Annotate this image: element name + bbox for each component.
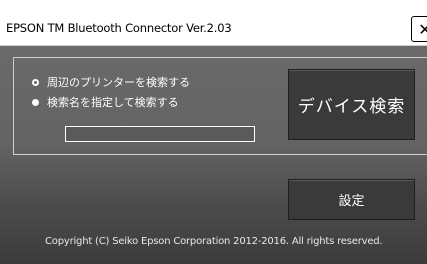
title-bar: EPSON TM Bluetooth Connector Ver.2.03 ✕ [0, 0, 427, 46]
client-area: 周辺のプリンターを検索する 検索名を指定して検索する デバイス検索 設定 Cop… [0, 46, 427, 264]
copyright-text: Copyright (C) Seiko Epson Corporation 20… [45, 236, 383, 247]
close-button[interactable]: ✕ [411, 16, 427, 42]
radio-search-by-name[interactable]: 検索名を指定して検索する [32, 94, 179, 110]
radio-search-nearby[interactable]: 周辺のプリンターを検索する [32, 74, 190, 90]
window-title: EPSON TM Bluetooth Connector Ver.2.03 [6, 21, 232, 35]
device-search-button[interactable]: デバイス検索 [288, 69, 415, 140]
radio-unchecked-icon[interactable] [32, 78, 39, 86]
radio-checked-icon[interactable] [32, 98, 39, 106]
radio-label-nearby: 周辺のプリンターを検索する [47, 76, 190, 89]
settings-button[interactable]: 設定 [288, 179, 415, 220]
radio-label-by-name: 検索名を指定して検索する [47, 96, 179, 109]
search-name-input[interactable] [65, 126, 255, 142]
close-icon: ✕ [418, 19, 427, 39]
app-window: EPSON TM Bluetooth Connector Ver.2.03 ✕ … [0, 0, 427, 264]
